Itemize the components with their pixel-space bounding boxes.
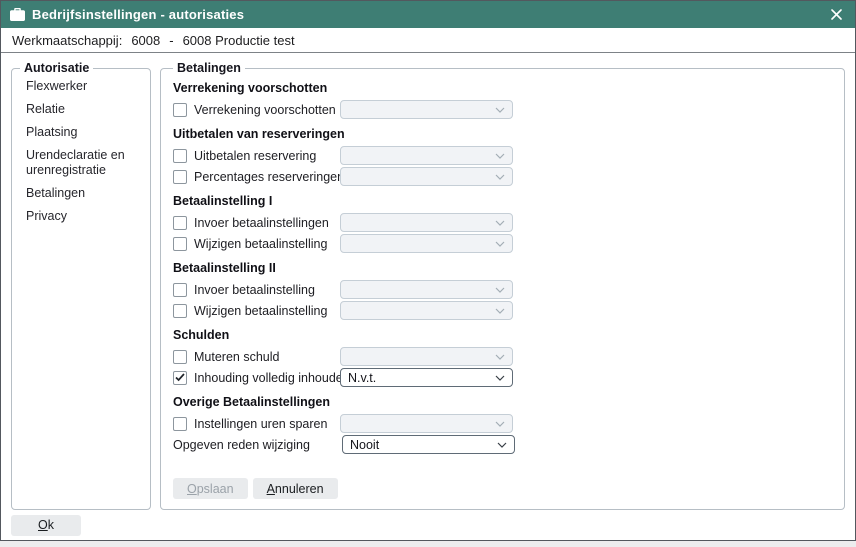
form-row: Wijzigen betaalinstelling: [173, 301, 832, 320]
form-row: Inhouding volledig inhouden N.v.t.: [173, 368, 832, 387]
form-row: Percentages reserveringen: [173, 167, 832, 186]
select-verrekening-voorschotten: [340, 100, 513, 119]
select-invoer-betaalinstelling-2: [340, 280, 513, 299]
checkbox-verrekening-voorschotten[interactable]: [173, 103, 187, 117]
checkbox-muteren-schuld[interactable]: [173, 350, 187, 364]
close-icon[interactable]: [826, 5, 846, 25]
chevron-down-icon: [495, 375, 505, 381]
save-button: Opslaan: [173, 478, 248, 499]
select-invoer-betaalinstellingen: [340, 213, 513, 232]
form-row: Invoer betaalinstelling: [173, 280, 832, 299]
form-row: Uitbetalen reservering: [173, 146, 832, 165]
section-header-verrekening-voorschotten: Verrekening voorschotten: [173, 81, 832, 96]
content-area: Autorisatie Flexwerker Relatie Plaatsing…: [1, 53, 855, 510]
select-wijzigen-betaalinstelling-2: [340, 301, 513, 320]
select-value: N.v.t.: [348, 371, 376, 385]
cancel-button[interactable]: Annuleren: [253, 478, 338, 499]
section-header-betaalinstelling-1: Betaalinstelling I: [173, 194, 832, 209]
autorisatie-legend: Autorisatie: [20, 61, 93, 75]
company-label: Werkmaatschappij:: [12, 33, 122, 48]
chevron-down-icon: [495, 241, 505, 247]
checkbox-instellingen-uren-sparen[interactable]: [173, 417, 187, 431]
select-wijzigen-betaalinstelling-1: [340, 234, 513, 253]
checkbox-label: Instellingen uren sparen: [194, 417, 340, 431]
chevron-down-icon: [495, 153, 505, 159]
chevron-down-icon: [495, 354, 505, 360]
briefcase-icon: [10, 8, 25, 21]
form-row: Verrekening voorschotten: [173, 100, 832, 119]
company-separator: -: [169, 33, 173, 48]
field-label: Opgeven reden wijziging: [173, 438, 342, 452]
ok-button[interactable]: Ok: [11, 515, 81, 536]
checkbox-label: Uitbetalen reservering: [194, 149, 340, 163]
chevron-down-icon: [495, 107, 505, 113]
titlebar: Bedrijfsinstellingen - autorisaties: [1, 1, 855, 28]
checkbox-label: Invoer betaalinstelling: [194, 283, 340, 297]
form-row: Wijzigen betaalinstelling: [173, 234, 832, 253]
checkbox-uitbetalen-reservering[interactable]: [173, 149, 187, 163]
select-value: Nooit: [350, 438, 379, 452]
section-header-uitbetalen-reserveringen: Uitbetalen van reserveringen: [173, 127, 832, 142]
autorisatie-group: Autorisatie Flexwerker Relatie Plaatsing…: [11, 61, 151, 510]
form-row: Invoer betaalinstellingen: [173, 213, 832, 232]
dialog-window: Bedrijfsinstellingen - autorisaties Werk…: [0, 0, 856, 541]
checkbox-label: Wijzigen betaalinstelling: [194, 304, 340, 318]
checkbox-percentages-reserveringen[interactable]: [173, 170, 187, 184]
betalingen-group: Betalingen Verrekening voorschotten Verr…: [160, 61, 845, 510]
company-bar: Werkmaatschappij: 6008 - 6008 Productie …: [1, 28, 855, 53]
betalingen-legend: Betalingen: [173, 61, 245, 75]
chevron-down-icon: [497, 442, 507, 448]
checkbox-invoer-betaalinstelling-2[interactable]: [173, 283, 187, 297]
dialog-footer: Ok: [1, 510, 855, 540]
form-row: Muteren schuld: [173, 347, 832, 366]
section-header-overige-betaalinstellingen: Overige Betaalinstellingen: [173, 395, 832, 410]
form-row: Instellingen uren sparen: [173, 414, 832, 433]
sidebar-item-relatie[interactable]: Relatie: [20, 98, 142, 121]
action-buttons: Opslaan Annuleren: [173, 478, 832, 501]
company-name: 6008 Productie test: [183, 33, 295, 48]
chevron-down-icon: [495, 174, 505, 180]
chevron-down-icon: [495, 220, 505, 226]
chevron-down-icon: [495, 308, 505, 314]
section-header-schulden: Schulden: [173, 328, 832, 343]
checkbox-label: Inhouding volledig inhouden: [194, 371, 340, 385]
chevron-down-icon: [495, 287, 505, 293]
select-muteren-schuld: [340, 347, 513, 366]
checkbox-label: Invoer betaalinstellingen: [194, 216, 340, 230]
select-opgeven-reden-wijziging[interactable]: Nooit: [342, 435, 515, 454]
checkbox-invoer-betaalinstellingen[interactable]: [173, 216, 187, 230]
sidebar-item-betalingen[interactable]: Betalingen: [20, 182, 142, 205]
select-inhouding-volledig-inhouden[interactable]: N.v.t.: [340, 368, 513, 387]
sidebar-item-privacy[interactable]: Privacy: [20, 205, 142, 228]
section-header-betaalinstelling-2: Betaalinstelling II: [173, 261, 832, 276]
checkbox-label: Wijzigen betaalinstelling: [194, 237, 340, 251]
checkbox-wijzigen-betaalinstelling-2[interactable]: [173, 304, 187, 318]
form-row: Opgeven reden wijziging Nooit: [173, 435, 832, 454]
checkbox-label: Percentages reserveringen: [194, 170, 340, 184]
checkbox-label: Verrekening voorschotten: [194, 103, 340, 117]
select-uitbetalen-reservering: [340, 146, 513, 165]
checkbox-wijzigen-betaalinstelling-1[interactable]: [173, 237, 187, 251]
checkbox-inhouding-volledig-inhouden[interactable]: [173, 371, 187, 385]
chevron-down-icon: [495, 421, 505, 427]
window-title: Bedrijfsinstellingen - autorisaties: [32, 7, 244, 22]
sidebar-item-flexwerker[interactable]: Flexwerker: [20, 75, 142, 98]
sidebar-item-urendeclaratie[interactable]: Urendeclaratie en urenregistratie: [20, 144, 142, 182]
checkbox-label: Muteren schuld: [194, 350, 340, 364]
sidebar-item-plaatsing[interactable]: Plaatsing: [20, 121, 142, 144]
select-percentages-reserveringen: [340, 167, 513, 186]
select-instellingen-uren-sparen: [340, 414, 513, 433]
company-code: 6008: [131, 33, 160, 48]
